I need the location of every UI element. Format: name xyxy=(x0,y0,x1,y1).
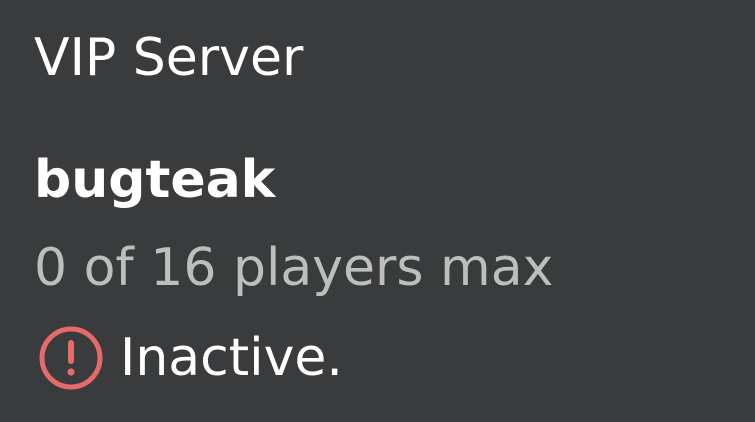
vip-server-panel: VIP Server bugteak 0 of 16 players max I… xyxy=(0,0,755,422)
status-label: Inactive. xyxy=(120,328,343,388)
server-owner-name[interactable]: bugteak xyxy=(34,140,275,220)
alert-circle-icon xyxy=(39,326,103,390)
server-status: Inactive. xyxy=(38,318,343,398)
panel-title: VIP Server xyxy=(34,28,304,88)
player-count: 0 of 16 players max xyxy=(34,238,554,298)
